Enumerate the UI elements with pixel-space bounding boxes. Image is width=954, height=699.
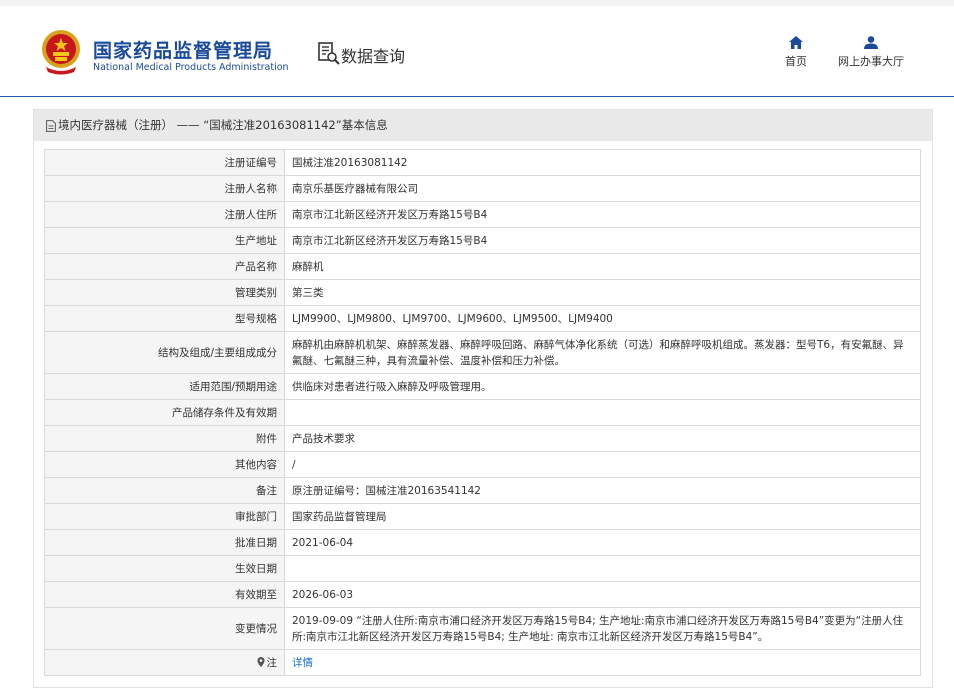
field-label: 注册证编号 — [44, 149, 285, 176]
field-value: / — [284, 451, 921, 478]
table-row: 备注 原注册证编号：国械注准20163541142 — [44, 477, 921, 504]
note-label-cell: 注 — [44, 649, 285, 676]
field-label: 备注 — [44, 477, 285, 504]
table-row: 审批部门 国家药品监督管理局 — [44, 503, 921, 530]
national-emblem-logo — [42, 30, 80, 75]
table-row: 适用范围/预期用途 供临床对患者进行吸入麻醉及呼吸管理用。 — [44, 373, 921, 400]
table-row-note: 注 详情 — [44, 649, 921, 676]
nav-home[interactable]: 首页 — [776, 36, 816, 69]
field-value: 原注册证编号：国械注准20163541142 — [284, 477, 921, 504]
field-label: 产品储存条件及有效期 — [44, 399, 285, 426]
table-row: 结构及组成/主要组成成分 麻醉机由麻醉机机架、麻醉蒸发器、麻醉呼吸回路、麻醉气体净… — [44, 331, 921, 374]
field-label: 其他内容 — [44, 451, 285, 478]
field-label: 型号规格 — [44, 305, 285, 332]
field-value: 第三类 — [284, 279, 921, 306]
table-row: 生效日期 — [44, 555, 921, 582]
table-row: 有效期至 2026-06-03 — [44, 581, 921, 608]
detail-panel: 境内医疗器械（注册） —— “国械注准20163081142”基本信息 注册证编… — [33, 109, 933, 688]
data-query-title: 数据查询 — [341, 47, 406, 66]
table-row: 注册人住所 南京市江北新区经济开发区万寿路15号B4 — [44, 201, 921, 228]
details-link[interactable]: 详情 — [292, 657, 313, 669]
field-label: 生产地址 — [44, 227, 285, 254]
site-header: 国家药品监督管理局 National Medical Products Admi… — [0, 6, 954, 97]
field-label: 变更情况 — [44, 607, 285, 650]
agency-name-cn: 国家药品监督管理局 — [93, 40, 274, 62]
field-label: 管理类别 — [44, 279, 285, 306]
location-pin-icon — [256, 657, 265, 667]
info-table: 注册证编号 国械注准20163081142 注册人名称 南京乐基医疗器械有限公司 注册人… — [44, 149, 921, 676]
table-row: 生产地址 南京市江北新区经济开发区万寿路15号B4 — [44, 227, 921, 254]
note-value-cell: 详情 — [284, 649, 921, 676]
table-row: 型号规格 LJM9900、LJM9800、LJM9700、LJM9600、LJM9… — [44, 305, 921, 332]
field-value: 2019-09-09 “注册人住所:南京市浦口经济开发区万寿路15号B4; 生产… — [284, 607, 921, 650]
note-label: 注 — [266, 657, 278, 669]
nav-home-label: 首页 — [785, 55, 807, 68]
nav-online-service-hall-label: 网上办事大厅 — [838, 55, 904, 68]
table-row: 注册证编号 国械注准20163081142 — [44, 149, 921, 176]
nav-online-service-hall[interactable]: 网上办事大厅 — [834, 36, 908, 69]
user-icon — [864, 36, 878, 49]
field-value: 国家药品监督管理局 — [284, 503, 921, 530]
field-value: 产品技术要求 — [284, 425, 921, 452]
data-query-icon — [318, 42, 340, 65]
field-label: 审批部门 — [44, 503, 285, 530]
agency-name-en: National Medical Products Administration — [93, 62, 289, 73]
table-row: 附件 产品技术要求 — [44, 425, 921, 452]
panel-header: 境内医疗器械（注册） —— “国械注准20163081142”基本信息 — [34, 110, 932, 141]
field-label: 注册人住所 — [44, 201, 285, 228]
table-row: 批准日期 2021-06-04 — [44, 529, 921, 556]
field-value: 麻醉机 — [284, 253, 921, 280]
panel-title: 境内医疗器械（注册） —— “国械注准20163081142”基本信息 — [58, 118, 388, 132]
field-value: 供临床对患者进行吸入麻醉及呼吸管理用。 — [284, 373, 921, 400]
field-value: 国械注准20163081142 — [284, 149, 921, 176]
field-value: 2021-06-04 — [284, 529, 921, 556]
field-value: 2026-06-03 — [284, 581, 921, 608]
field-value: 南京乐基医疗器械有限公司 — [284, 175, 921, 202]
field-label: 产品名称 — [44, 253, 285, 280]
field-value — [284, 399, 921, 426]
field-label: 批准日期 — [44, 529, 285, 556]
field-label: 有效期至 — [44, 581, 285, 608]
home-icon — [789, 36, 803, 49]
table-row: 注册人名称 南京乐基医疗器械有限公司 — [44, 175, 921, 202]
field-value: 南京市江北新区经济开发区万寿路15号B4 — [284, 227, 921, 254]
field-label: 注册人名称 — [44, 175, 285, 202]
table-row: 产品储存条件及有效期 — [44, 399, 921, 426]
table-row: 变更情况 2019-09-09 “注册人住所:南京市浦口经济开发区万寿路15号B4… — [44, 607, 921, 650]
field-value: 麻醉机由麻醉机机架、麻醉蒸发器、麻醉呼吸回路、麻醉气体净化系统（可选）和麻醉呼吸… — [284, 331, 921, 374]
table-row: 其他内容 / — [44, 451, 921, 478]
field-label: 结构及组成/主要组成成分 — [44, 331, 285, 374]
field-label: 附件 — [44, 425, 285, 452]
table-row: 产品名称 麻醉机 — [44, 253, 921, 280]
document-icon — [46, 120, 56, 132]
field-value — [284, 555, 921, 582]
table-row: 管理类别 第三类 — [44, 279, 921, 306]
field-value: LJM9900、LJM9800、LJM9700、LJM9600、LJM9500、… — [284, 305, 921, 332]
field-value: 南京市江北新区经济开发区万寿路15号B4 — [284, 201, 921, 228]
field-label: 适用范围/预期用途 — [44, 373, 285, 400]
field-label: 生效日期 — [44, 555, 285, 582]
